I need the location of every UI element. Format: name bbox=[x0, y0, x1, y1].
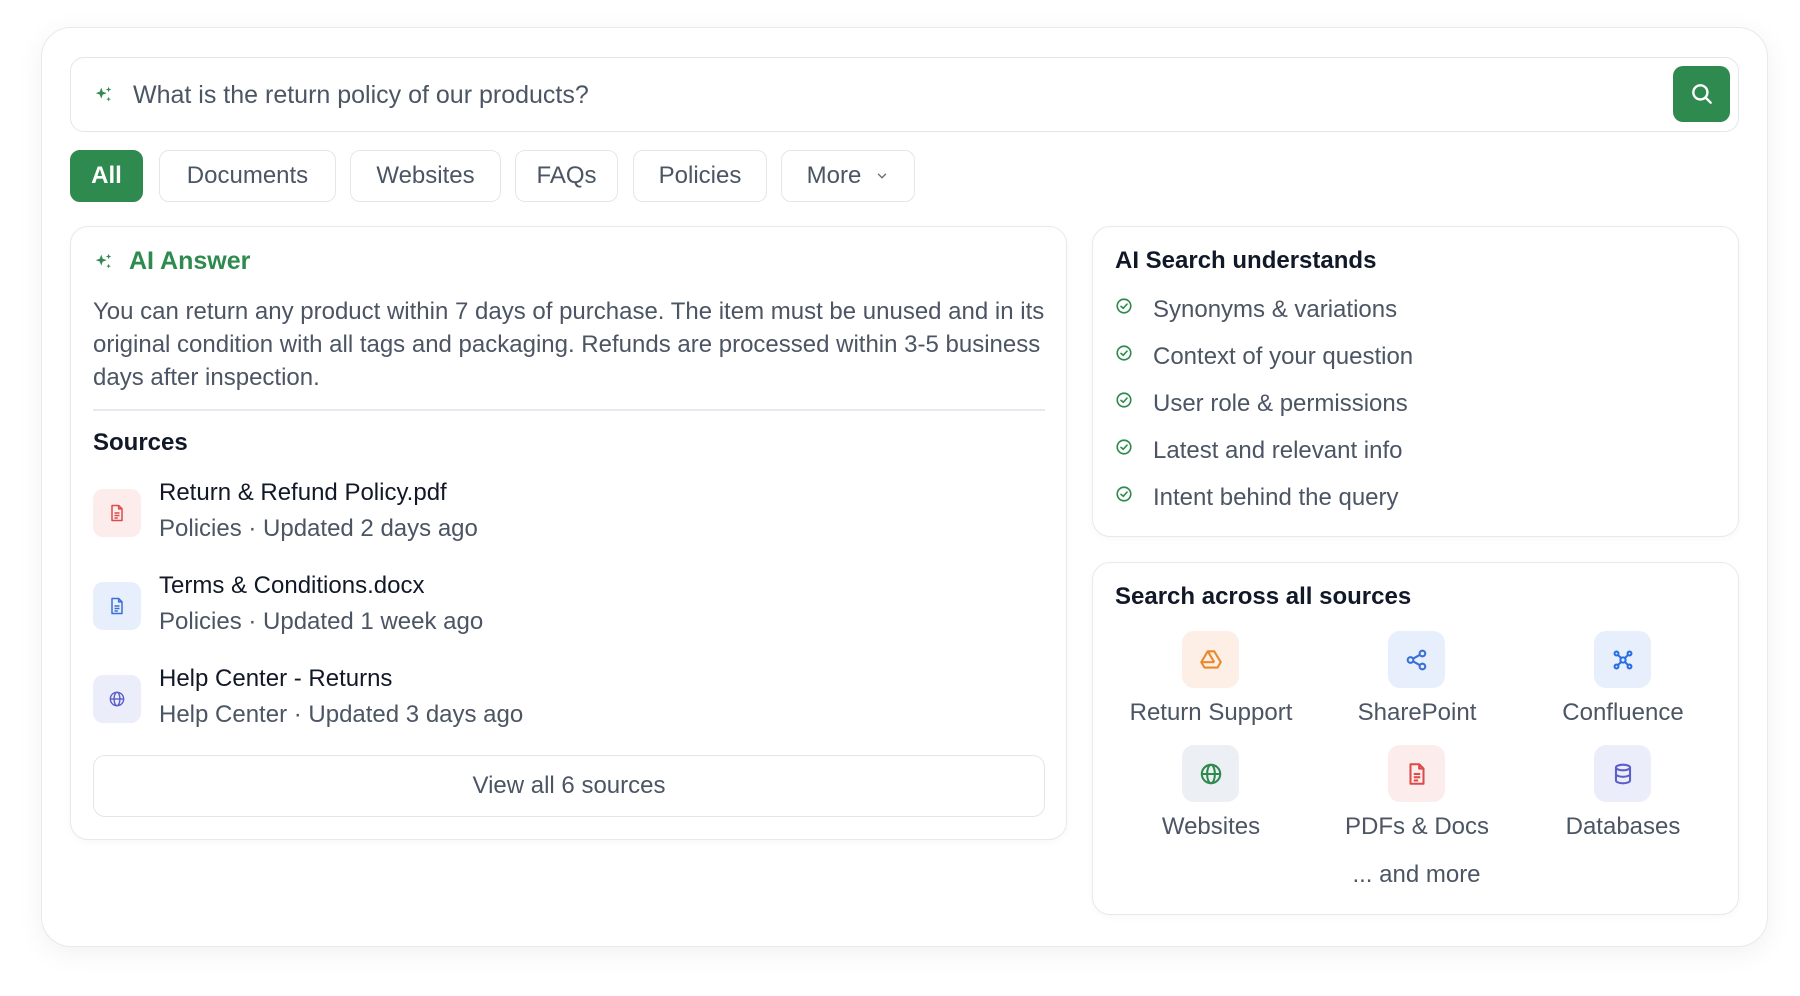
source-name: Terms & Conditions.docx bbox=[159, 572, 425, 599]
understands-item: Intent behind the query bbox=[1115, 481, 1399, 515]
search-bar[interactable] bbox=[70, 57, 1739, 132]
source-type-label: Databases bbox=[1565, 813, 1681, 840]
source-type-label: Return Support bbox=[1129, 699, 1293, 726]
source-type-sharepoint[interactable]: SharePoint bbox=[1317, 631, 1517, 735]
understands-item-label: Intent behind the query bbox=[1153, 484, 1399, 511]
pdf-doc-icon bbox=[1388, 745, 1445, 802]
sources-title: Sources bbox=[93, 429, 188, 456]
source-type-label: Websites bbox=[1161, 813, 1261, 840]
filter-chip-more-label: More bbox=[806, 162, 862, 189]
understands-item: Latest and relevant info bbox=[1115, 434, 1403, 468]
ai-answer-panel: AI Answer You can return any product wit… bbox=[70, 226, 1067, 840]
source-name: Help Center - Returns bbox=[159, 665, 393, 692]
all-sources-panel: Search across all sources Return Support… bbox=[1092, 562, 1739, 915]
view-all-sources-button[interactable]: View all 6 sources bbox=[93, 755, 1045, 817]
understands-panel: AI Search understands Synonyms & variati… bbox=[1092, 226, 1739, 537]
filter-chip-documents[interactable]: Documents bbox=[159, 150, 336, 202]
globe-icon bbox=[1182, 745, 1239, 802]
ai-answer-text: You can return any product within 7 days… bbox=[93, 298, 1045, 391]
check-circle-icon bbox=[1116, 345, 1132, 361]
source-type-label: Confluence bbox=[1562, 699, 1684, 726]
check-circle-icon bbox=[1116, 486, 1132, 502]
source-item-terms[interactable]: Terms & Conditions.docx Policies · Updat… bbox=[93, 572, 993, 642]
pdf-file-icon bbox=[93, 489, 141, 537]
database-icon bbox=[1594, 745, 1651, 802]
source-meta: Help Center · Updated 3 days ago bbox=[159, 701, 524, 728]
search-button[interactable] bbox=[1673, 66, 1730, 122]
understands-title: AI Search understands bbox=[1115, 247, 1377, 274]
source-type-databases[interactable]: Databases bbox=[1523, 745, 1723, 849]
ai-answer-header: AI Answer bbox=[93, 247, 250, 276]
understands-item-label: Latest and relevant info bbox=[1153, 437, 1403, 464]
source-type-websites[interactable]: Websites bbox=[1111, 745, 1311, 849]
all-sources-title: Search across all sources bbox=[1115, 583, 1412, 610]
check-circle-icon bbox=[1116, 439, 1132, 455]
source-item-return-policy[interactable]: Return & Refund Policy.pdf Policies · Up… bbox=[93, 479, 993, 549]
filter-chip-faqs[interactable]: FAQs bbox=[515, 150, 618, 202]
source-type-confluence[interactable]: Confluence bbox=[1523, 631, 1723, 735]
source-meta: Policies · Updated 2 days ago bbox=[159, 515, 478, 542]
understands-item-label: Synonyms & variations bbox=[1153, 296, 1398, 323]
source-type-return-support[interactable]: Return Support bbox=[1111, 631, 1311, 735]
source-item-help-center[interactable]: Help Center - Returns Help Center · Upda… bbox=[93, 665, 993, 735]
source-meta: Policies · Updated 1 week ago bbox=[159, 608, 484, 635]
chevron-down-icon bbox=[878, 173, 887, 179]
divider bbox=[93, 409, 1045, 411]
globe-icon bbox=[93, 675, 141, 723]
filter-chip-policies[interactable]: Policies bbox=[633, 150, 767, 202]
ai-answer-title: AI Answer bbox=[129, 247, 251, 275]
doc-file-icon bbox=[93, 582, 141, 630]
understands-item-label: User role & permissions bbox=[1153, 390, 1408, 417]
filter-chip-more[interactable]: More bbox=[781, 150, 915, 202]
understands-item: Context of your question bbox=[1115, 340, 1413, 374]
source-name: Return & Refund Policy.pdf bbox=[159, 479, 447, 506]
confluence-icon bbox=[1594, 631, 1651, 688]
filter-chip-websites[interactable]: Websites bbox=[350, 150, 501, 202]
understands-item-label: Context of your question bbox=[1153, 343, 1414, 370]
check-circle-icon bbox=[1116, 392, 1132, 408]
filter-chip-all[interactable]: All bbox=[70, 150, 143, 202]
check-circle-icon bbox=[1116, 298, 1132, 314]
and-more-label: ... and more bbox=[1352, 861, 1481, 888]
source-type-label: PDFs & Docs bbox=[1344, 813, 1490, 840]
source-type-pdfs-docs[interactable]: PDFs & Docs bbox=[1317, 745, 1517, 849]
source-type-label: SharePoint bbox=[1357, 699, 1477, 726]
search-input[interactable] bbox=[133, 72, 1633, 118]
share-nodes-icon bbox=[1388, 631, 1445, 688]
drive-icon bbox=[1182, 631, 1239, 688]
understands-item: Synonyms & variations bbox=[1115, 293, 1397, 327]
sparkle-icon bbox=[95, 253, 112, 268]
sparkle-icon bbox=[95, 86, 112, 102]
search-icon bbox=[1691, 84, 1712, 104]
understands-item: User role & permissions bbox=[1115, 387, 1408, 421]
